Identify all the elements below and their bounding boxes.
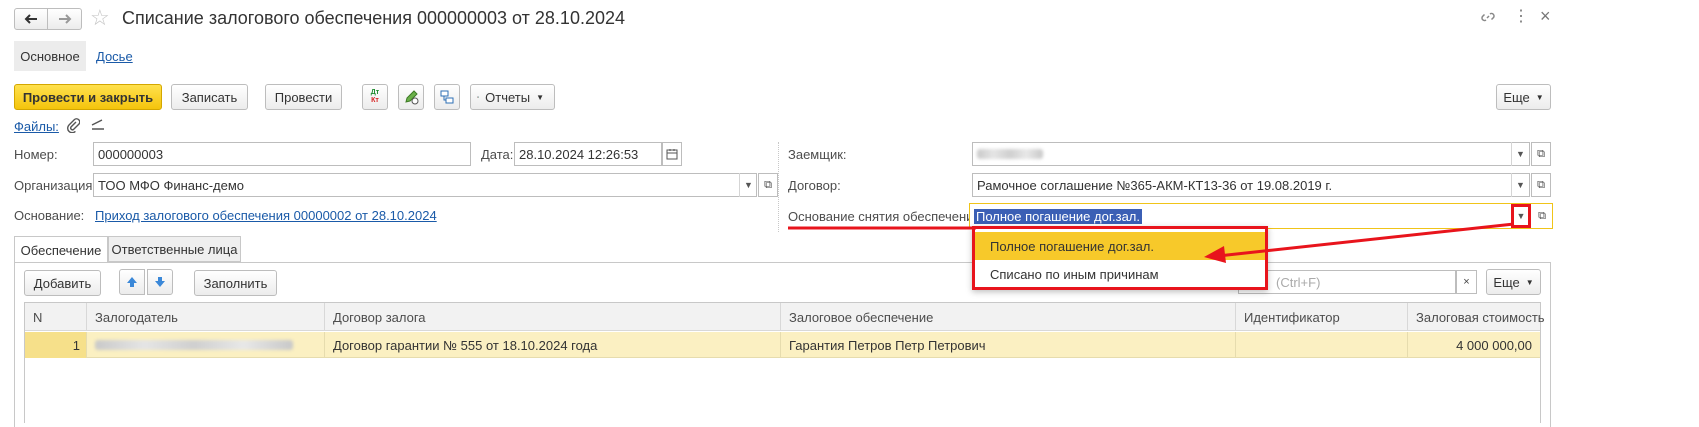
- organization-dropdown-button[interactable]: ▼: [739, 173, 757, 197]
- blurred-value: [95, 340, 293, 350]
- cell-value: 4 000 000,00: [1408, 332, 1540, 358]
- blurred-value: [977, 149, 1043, 159]
- organization-open-button[interactable]: ⧉: [758, 173, 778, 197]
- more-button[interactable]: Еще ▼: [1496, 84, 1551, 110]
- open-window-icon: ⧉: [1537, 179, 1545, 192]
- table-row[interactable]: 1 Договор гарантии № 555 от 18.10.2024 г…: [25, 332, 1540, 358]
- signature-icon[interactable]: [90, 117, 106, 134]
- chevron-down-icon: ▼: [1516, 149, 1525, 159]
- column-header-n[interactable]: N: [25, 303, 87, 331]
- basis-label: Основание:: [14, 208, 84, 223]
- open-window-icon: ⧉: [1538, 210, 1546, 223]
- edit-movements-button[interactable]: [398, 84, 424, 110]
- date-label: Дата:: [481, 147, 513, 162]
- forward-button[interactable]: [48, 8, 82, 30]
- column-separator: [778, 142, 779, 232]
- basis-link[interactable]: Приход залогового обеспечения 00000002 о…: [95, 208, 437, 223]
- search-input[interactable]: (Ctrl+F): [1238, 270, 1456, 294]
- borrower-label: Заемщик:: [788, 147, 847, 162]
- release-basis-dropdown-list: Полное погашение дог.зал. Списано по ины…: [972, 226, 1268, 290]
- number-field[interactable]: 000000003: [93, 142, 471, 166]
- reports-button[interactable]: Отчеты ▼: [470, 84, 555, 110]
- structure-button[interactable]: [434, 84, 460, 110]
- dropdown-option-full-repayment[interactable]: Полное погашение дог.зал.: [975, 232, 1265, 260]
- save-button[interactable]: Записать: [171, 84, 248, 110]
- close-icon[interactable]: ×: [1540, 6, 1551, 26]
- cell-n: 1: [25, 332, 87, 358]
- tab-dossier[interactable]: Досье: [96, 49, 133, 64]
- paperclip-icon[interactable]: [66, 117, 80, 136]
- chart-icon: [477, 90, 479, 104]
- move-up-button[interactable]: [119, 269, 145, 295]
- cell-pledge-contract: Договор гарантии № 555 от 18.10.2024 год…: [325, 332, 781, 358]
- structure-icon: [439, 89, 455, 105]
- contract-field[interactable]: Рамочное соглашение №365-АКМ-КТ13-36 от …: [972, 173, 1530, 197]
- open-window-icon: ⧉: [764, 179, 772, 192]
- collateral-table: N Залогодатель Договор залога Залоговое …: [24, 302, 1541, 423]
- chevron-down-icon: ▼: [744, 180, 753, 190]
- contract-dropdown-button[interactable]: ▼: [1511, 173, 1529, 197]
- calendar-button[interactable]: [662, 142, 682, 166]
- borrower-dropdown-button[interactable]: ▼: [1511, 142, 1529, 166]
- table-header: N Залогодатель Договор залога Залоговое …: [25, 303, 1540, 331]
- files-link[interactable]: Файлы:: [14, 119, 59, 134]
- organization-field[interactable]: ТОО МФО Финанс-демо: [93, 173, 757, 197]
- column-header-pledgor[interactable]: Залогодатель: [87, 303, 325, 331]
- arrow-right-icon: [58, 14, 72, 24]
- back-button[interactable]: [14, 8, 48, 30]
- post-button[interactable]: Провести: [265, 84, 342, 110]
- dtkt-button[interactable]: ДтКт: [362, 84, 388, 110]
- chevron-down-icon: ▼: [1536, 93, 1544, 102]
- number-label: Номер:: [14, 147, 58, 162]
- tab-collateral[interactable]: Обеспечение: [14, 236, 108, 263]
- link-icon[interactable]: [1481, 10, 1495, 28]
- release-basis-label: Основание снятия обеспечения:: [788, 209, 984, 224]
- borrower-field[interactable]: [972, 142, 1530, 166]
- favorite-star-icon[interactable]: ☆: [90, 5, 110, 31]
- column-header-pledge-contract[interactable]: Договор залога: [325, 303, 781, 331]
- dropdown-option-other-reasons[interactable]: Списано по иным причинам: [975, 260, 1265, 288]
- contract-label: Договор:: [788, 178, 841, 193]
- more-vertical-icon[interactable]: ⋮: [1513, 8, 1529, 26]
- cell-pledgor: [87, 332, 325, 358]
- clear-search-button[interactable]: ×: [1456, 270, 1477, 294]
- add-button[interactable]: Добавить: [24, 270, 101, 296]
- contract-open-button[interactable]: ⧉: [1531, 173, 1551, 197]
- chevron-down-icon: ▼: [1526, 278, 1534, 287]
- tab-main[interactable]: Основное: [14, 41, 86, 71]
- release-basis-open-button[interactable]: ⧉: [1532, 204, 1552, 228]
- move-down-button[interactable]: [147, 269, 173, 295]
- window-title: Списание залогового обеспечения 00000000…: [122, 8, 625, 29]
- cell-collateral: Гарантия Петров Петр Петрович: [781, 332, 1236, 358]
- release-basis-dropdown-button[interactable]: ▼: [1511, 204, 1531, 228]
- column-header-value[interactable]: Залоговая стоимость: [1408, 303, 1540, 331]
- pencil-icon: [403, 89, 419, 105]
- arrow-up-icon: [126, 276, 138, 288]
- chevron-down-icon: ▼: [1517, 211, 1526, 221]
- organization-label: Организация:: [14, 178, 96, 193]
- calendar-icon: [666, 148, 678, 160]
- release-basis-selected-text: Полное погашение дог.зал.: [974, 209, 1142, 224]
- column-header-identifier[interactable]: Идентификатор: [1236, 303, 1408, 331]
- tab-responsible[interactable]: Ответственные лица: [108, 236, 241, 262]
- chevron-down-icon: ▼: [1516, 180, 1525, 190]
- chevron-down-icon: ▼: [536, 93, 544, 102]
- post-and-close-button[interactable]: Провести и закрыть: [14, 84, 162, 110]
- date-field[interactable]: 28.10.2024 12:26:53: [514, 142, 662, 166]
- dtkt-icon: ДтКт: [371, 89, 379, 105]
- table-more-button[interactable]: Еще ▼: [1486, 269, 1541, 295]
- arrow-left-icon: [24, 14, 38, 24]
- fill-button[interactable]: Заполнить: [194, 270, 277, 296]
- open-window-icon: ⧉: [1537, 148, 1545, 161]
- borrower-open-button[interactable]: ⧉: [1531, 142, 1551, 166]
- column-header-collateral[interactable]: Залоговое обеспечение: [781, 303, 1236, 331]
- arrow-down-icon: [154, 276, 166, 288]
- cell-identifier: [1236, 332, 1408, 358]
